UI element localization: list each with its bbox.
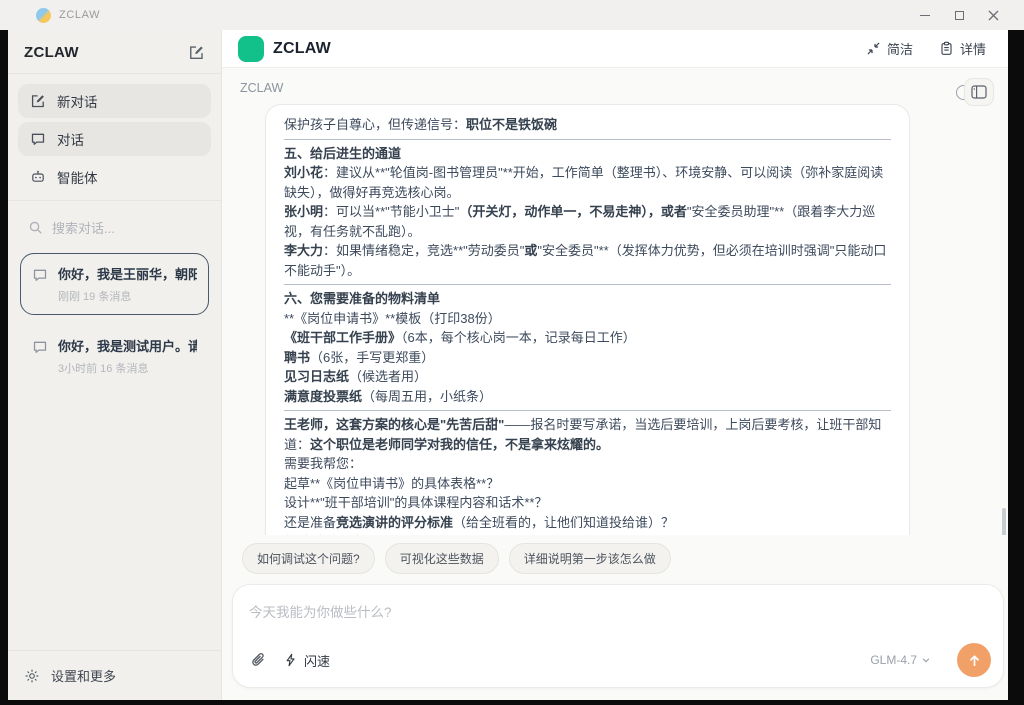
suggestion-chip[interactable]: 如何调试这个问题? bbox=[242, 543, 375, 574]
minimize-button[interactable] bbox=[908, 3, 942, 27]
message-paragraph: 保护孩子自尊心，但传递信号：职位不是铁饭碗 bbox=[284, 115, 891, 135]
composer-toolbar: 闪速 GLM-4.7 bbox=[249, 643, 991, 677]
clipboard-icon bbox=[939, 41, 954, 56]
scrollbar-thumb[interactable] bbox=[1002, 508, 1006, 535]
lightning-icon bbox=[284, 653, 298, 667]
header-actions: 简洁 详情 bbox=[866, 39, 986, 58]
details-label: 详情 bbox=[960, 39, 986, 58]
close-button[interactable] bbox=[976, 3, 1010, 27]
message-paragraph: 起草**《岗位申请书》的具体表格**？ bbox=[284, 474, 891, 494]
conversation-title: 你好，我是测试用户。请确... bbox=[58, 336, 197, 355]
side-panel-icon bbox=[971, 85, 987, 99]
flash-mode-label: 闪速 bbox=[304, 651, 330, 670]
conversation-item[interactable]: 你好，我是王丽华，朝阳区... 刚刚 19 条消息 bbox=[20, 253, 209, 315]
attach-file-button[interactable] bbox=[249, 651, 268, 670]
message-paragraph: **《岗位申请书》**模板（打印38份） bbox=[284, 309, 891, 329]
suggestion-chip[interactable]: 详细说明第一步该怎么做 bbox=[509, 543, 671, 574]
settings-button[interactable]: 设置和更多 bbox=[8, 650, 221, 700]
window-controls bbox=[908, 3, 1024, 27]
message-paragraph: 王老师，这套方案的核心是"先苦后甜"——报名时要写承诺，当选后要培训，上岗后要考… bbox=[284, 415, 891, 454]
compact-mode-button[interactable]: 简洁 bbox=[866, 39, 913, 58]
message-paragraph: 刘小花：建议从**"轮值岗-图书管理员"**开始，工作简单（整理书）、环境安静、… bbox=[284, 163, 891, 202]
message-paragraph: 聘书（6张，手写更郑重） bbox=[284, 348, 891, 368]
nav-new-chat-label: 新对话 bbox=[57, 91, 98, 111]
app-window: ZCLAW 新对话对话智能体 搜索对话... 你好，我是王丽华，朝阳区... 刚刚… bbox=[8, 30, 1008, 700]
chat-icon bbox=[30, 131, 46, 147]
conversation-item[interactable]: 你好，我是测试用户。请确... 3小时前 16 条消息 bbox=[20, 325, 209, 387]
suggestion-chip[interactable]: 可视化这些数据 bbox=[385, 543, 499, 574]
message-paragraph: 李大力：如果情绪稳定，竞选**"劳动委员"或"安全委员"**（发挥体力优势，但必… bbox=[284, 241, 891, 280]
chat-scroll-area[interactable]: ZCLAW 保护孩子自尊心，但传递信号：职位不是铁饭碗五、给后进生的通道刘小花：… bbox=[222, 68, 1008, 535]
arrow-up-icon bbox=[967, 653, 982, 668]
message-divider bbox=[284, 410, 891, 411]
conversation-meta: 3小时前 16 条消息 bbox=[58, 360, 197, 376]
new-chat-icon[interactable] bbox=[188, 44, 205, 61]
conversation-list: 你好，我是王丽华，朝阳区... 刚刚 19 条消息你好，我是测试用户。请确... 3… bbox=[8, 249, 221, 391]
message-paragraph: 设计**"班干部培训"的具体课程内容和话术**？ bbox=[284, 493, 891, 513]
maximize-button[interactable] bbox=[942, 3, 976, 27]
search-input[interactable]: 搜索对话... bbox=[22, 211, 207, 243]
model-name: GLM-4.7 bbox=[870, 653, 917, 667]
brand-name: ZCLAW bbox=[273, 40, 331, 58]
close-icon bbox=[988, 10, 999, 21]
chat-bubble-icon bbox=[32, 339, 48, 355]
sidebar-header: ZCLAW bbox=[8, 30, 221, 73]
message-paragraph: 六、您需要准备的物料清单 bbox=[284, 289, 891, 309]
sidebar-nav: 新对话对话智能体 bbox=[8, 74, 221, 200]
nav-agents-label: 智能体 bbox=[57, 167, 98, 187]
window-titlebar: ZCLAW bbox=[0, 0, 1024, 30]
message-paragraph: 需要我帮您： bbox=[284, 454, 891, 474]
model-selector[interactable]: GLM-4.7 bbox=[870, 653, 931, 667]
compact-mode-label: 简洁 bbox=[887, 39, 913, 58]
composer-placeholder: 今天我能为你做些什么? bbox=[249, 601, 987, 621]
nav-conversations[interactable]: 对话 bbox=[18, 122, 211, 156]
message-paragraph: 满意度投票纸（每周五用，小纸条） bbox=[284, 387, 891, 407]
paperclip-icon bbox=[249, 651, 268, 670]
search-placeholder: 搜索对话... bbox=[52, 218, 115, 237]
robot-icon bbox=[30, 169, 46, 185]
composer[interactable]: 今天我能为你做些什么? 闪速 GLM-4.7 bbox=[232, 584, 1004, 688]
conversation-meta: 刚刚 19 条消息 bbox=[58, 288, 197, 304]
message-paragraph: 五、给后进生的通道 bbox=[284, 144, 891, 164]
nav-new-chat[interactable]: 新对话 bbox=[18, 84, 211, 118]
toggle-panel-button[interactable] bbox=[964, 78, 994, 106]
collapse-arrows-icon bbox=[866, 41, 881, 56]
message-paragraph: 见习日志纸（候选者用） bbox=[284, 367, 891, 387]
sidebar: ZCLAW 新对话对话智能体 搜索对话... 你好，我是王丽华，朝阳区... 刚刚… bbox=[8, 30, 222, 700]
suggestion-chips: 如何调试这个问题? 可视化这些数据详细说明第一步该怎么做 bbox=[242, 543, 1008, 574]
send-button[interactable] bbox=[957, 643, 991, 677]
nav-conversations-label: 对话 bbox=[57, 129, 84, 149]
floating-controls bbox=[956, 78, 994, 106]
chat-header: ZCLAW 简洁 详情 bbox=[222, 30, 1008, 68]
compose-icon bbox=[30, 93, 46, 109]
gear-icon bbox=[24, 668, 40, 684]
message-paragraph: 您随时说！💪 bbox=[284, 532, 891, 535]
main-area: ZCLAW 简洁 详情 bbox=[222, 30, 1008, 700]
details-button[interactable]: 详情 bbox=[939, 39, 986, 58]
search-icon bbox=[28, 220, 43, 235]
message-sender: ZCLAW bbox=[240, 81, 1008, 95]
chevron-down-icon bbox=[921, 655, 931, 665]
nav-agents[interactable]: 智能体 bbox=[18, 160, 211, 194]
message-divider bbox=[284, 284, 891, 285]
conversation-title: 你好，我是王丽华，朝阳区... bbox=[58, 264, 197, 283]
chat-bubble-icon bbox=[32, 267, 48, 283]
message-divider bbox=[284, 139, 891, 140]
settings-label: 设置和更多 bbox=[51, 666, 116, 685]
message-paragraph: 还是准备竞选演讲的评分标准（给全班看的，让他们知道投给谁）？ bbox=[284, 513, 891, 533]
app-logo-icon bbox=[36, 8, 51, 23]
brand-logo-icon bbox=[238, 36, 264, 62]
divider bbox=[8, 200, 221, 201]
sidebar-title: ZCLAW bbox=[24, 44, 79, 61]
message-paragraph: 《班干部工作手册》（6本，每个核心岗一本，记录每日工作） bbox=[284, 328, 891, 348]
assistant-message-card: 保护孩子自尊心，但传递信号：职位不是铁饭碗五、给后进生的通道刘小花：建议从**"… bbox=[265, 104, 910, 535]
message-paragraph: 张小明：可以当**"节能小卫士"（开关灯，动作单一，不易走神），或者"安全委员助… bbox=[284, 202, 891, 241]
flash-mode-button[interactable]: 闪速 bbox=[284, 651, 330, 670]
window-title: ZCLAW bbox=[59, 9, 100, 21]
